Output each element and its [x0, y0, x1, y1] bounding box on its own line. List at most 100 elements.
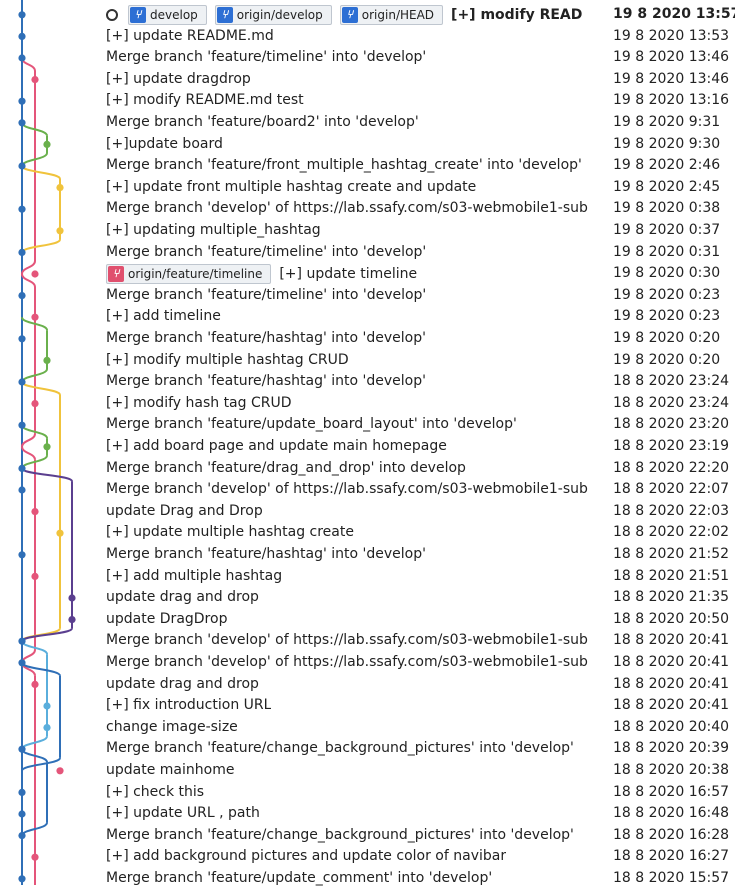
commit-row[interactable]: Merge branch 'develop' of https://lab.ss… [0, 198, 735, 220]
commit-row[interactable]: Merge branch 'feature/hashtag' into 'dev… [0, 328, 735, 350]
ref-tags: ⑂ develop ⑂ origin/develop ⑂ origin/HEAD [+] m… [106, 5, 582, 25]
commit-row[interactable]: update Drag and Drop 18 8 2020 22:03 [0, 501, 735, 523]
commit-date: 19 8 2020 0:31 [613, 243, 721, 260]
commit-message: Merge branch 'feature/update_comment' in… [106, 870, 493, 886]
commit-message: Merge branch 'develop' of https://lab.ss… [106, 654, 588, 670]
commit-date: 19 8 2020 13:57 [613, 6, 735, 22]
commit-message: [+] updating multiple_hashtag [106, 222, 321, 238]
commit-message: Merge branch 'develop' of https://lab.ss… [106, 200, 588, 217]
commit-row[interactable]: Merge branch 'feature/update_board_layou… [0, 414, 735, 436]
commit-date: 19 8 2020 13:16 [613, 92, 730, 109]
commit-message: [+]update board [106, 135, 223, 152]
commit-row[interactable]: Merge branch 'feature/board2' into 'deve… [0, 112, 735, 134]
commit-message: [+] modify multiple hashtag CRUD [106, 351, 349, 368]
commit-message: [+] check this [106, 783, 205, 800]
commit-date: 18 8 2020 20:41 [613, 697, 730, 714]
commit-date: 19 8 2020 9:30 [613, 135, 721, 152]
commit-row[interactable]: [+] fix introduction URL 18 8 2020 20:41 [0, 695, 735, 717]
commit-date: 19 8 2020 0:38 [613, 200, 721, 217]
branch-tag[interactable]: ⑂ origin/develop [214, 5, 332, 25]
commit-row[interactable]: Merge branch 'develop' of https://lab.ss… [0, 630, 735, 652]
commit-message: Merge branch 'develop' of https://lab.ss… [106, 481, 588, 498]
commit-date: 19 8 2020 0:23 [613, 308, 721, 325]
commit-date: 18 8 2020 16:28 [613, 826, 730, 843]
branch-tag[interactable]: ⑂ origin/HEAD [339, 5, 444, 25]
branch-tag-label: origin/feature/timeline [128, 267, 263, 282]
commit-row[interactable]: ⑂ origin/feature/timeline [+] update timel… [0, 263, 735, 285]
commit-date: 18 8 2020 16:27 [613, 848, 730, 865]
branch-icon: ⑂ [341, 7, 358, 23]
head-indicator-icon [106, 9, 118, 21]
commit-row[interactable]: Merge branch 'feature/front_multiple_has… [0, 155, 735, 177]
commit-date: 18 8 2020 22:07 [613, 481, 730, 498]
commit-message: update DragDrop [106, 610, 228, 627]
commit-row[interactable]: [+] update multiple hashtag create 18 8 2… [0, 522, 735, 544]
commit-row[interactable]: [+] update dragdrop 19 8 2020 13:46 [0, 69, 735, 91]
commit-message: update drag and drop [106, 675, 259, 692]
commit-row[interactable]: [+] update URL , path 18 8 2020 16:48 [0, 803, 735, 825]
commit-row[interactable]: change image-size 18 8 2020 20:40 [0, 717, 735, 739]
commit-date: 19 8 2020 0:30 [613, 265, 721, 282]
commit-row[interactable]: [+] update README.md 19 8 2020 13:53 [0, 26, 735, 48]
commit-message: Merge branch 'feature/board2' into 'deve… [106, 114, 419, 130]
commit-message: Merge branch 'feature/timeline' into 'de… [106, 286, 427, 303]
commit-row[interactable]: Merge branch 'develop' of https://lab.ss… [0, 479, 735, 501]
commit-date: 18 8 2020 16:57 [613, 783, 730, 800]
commit-message: Merge branch 'feature/timeline' into 'de… [106, 243, 427, 260]
commit-row[interactable]: ⑂ develop ⑂ origin/develop ⑂ origin/HEAD [+] m… [0, 4, 735, 26]
commit-date: 19 8 2020 13:46 [613, 70, 730, 87]
commit-date: 19 8 2020 0:23 [613, 286, 721, 303]
commit-message: [+] update README.md [106, 27, 274, 44]
commit-date: 18 8 2020 20:41 [613, 675, 730, 692]
commit-date: 18 8 2020 22:03 [613, 502, 730, 519]
commit-date: 18 8 2020 20:50 [613, 610, 730, 627]
commit-row[interactable]: [+] add background pictures and update c… [0, 846, 735, 868]
commit-date: 18 8 2020 20:41 [613, 654, 730, 670]
commit-date: 18 8 2020 20:38 [613, 762, 730, 778]
commit-row[interactable]: Merge branch 'feature/timeline' into 'de… [0, 47, 735, 69]
branch-tag[interactable]: ⑂ origin/feature/timeline [106, 264, 272, 285]
branch-icon: ⑂ [108, 266, 124, 283]
commit-date: 19 8 2020 2:46 [613, 157, 721, 174]
branch-tag-label: origin/HEAD [361, 8, 435, 22]
commit-row[interactable]: [+] check this 18 8 2020 16:57 [0, 782, 735, 804]
commit-row[interactable]: Merge branch 'feature/drag_and_drop' int… [0, 458, 735, 480]
commit-row[interactable]: Merge branch 'feature/change_background_… [0, 738, 735, 760]
commit-row[interactable]: update drag and drop 18 8 2020 21:35 [0, 587, 735, 609]
commit-row[interactable]: Merge branch 'feature/hashtag' into 'dev… [0, 544, 735, 566]
commit-row[interactable]: Merge branch 'feature/update_comment' in… [0, 868, 735, 890]
commit-row[interactable]: Merge branch 'feature/timeline' into 'de… [0, 285, 735, 307]
commit-row[interactable]: [+] modify hash tag CRUD 18 8 2020 23:24 [0, 393, 735, 415]
commit-row[interactable]: [+] add board page and update main homep… [0, 436, 735, 458]
branch-tag[interactable]: ⑂ develop [128, 5, 207, 25]
commit-row[interactable]: [+] add multiple hashtag 18 8 2020 21:51 [0, 566, 735, 588]
commit-date: 18 8 2020 23:24 [613, 394, 730, 411]
commit-row[interactable]: update mainhome 18 8 2020 20:38 [0, 760, 735, 782]
commit-row[interactable]: Merge branch 'feature/hashtag' into 'dev… [0, 371, 735, 393]
commit-row[interactable]: Merge branch 'feature/change_background_… [0, 825, 735, 847]
commit-date: 19 8 2020 0:37 [613, 222, 721, 238]
commit-row[interactable]: [+] modify multiple hashtag CRUD 19 8 202… [0, 350, 735, 372]
commit-row[interactable]: [+] update front multiple hashtag create… [0, 177, 735, 199]
commit-message: Merge branch 'feature/update_board_layou… [106, 416, 517, 433]
commit-row[interactable]: [+] modify README.md test 19 8 2020 13:16 [0, 90, 735, 112]
commit-message: [+] add background pictures and update c… [106, 848, 507, 865]
commit-message: update mainhome [106, 762, 235, 778]
commit-row[interactable]: [+] add timeline 19 8 2020 0:23 [0, 306, 735, 328]
commit-date: 18 8 2020 21:52 [613, 546, 730, 562]
commit-date: 18 8 2020 23:19 [613, 438, 730, 454]
commit-message: [+] add multiple hashtag [106, 567, 283, 584]
commit-message: Merge branch 'feature/hashtag' into 'dev… [106, 546, 426, 562]
commit-row[interactable]: update drag and drop 18 8 2020 20:41 [0, 674, 735, 696]
commit-row[interactable]: Merge branch 'feature/timeline' into 'de… [0, 242, 735, 264]
commit-date: 19 8 2020 0:20 [613, 351, 721, 368]
commit-row[interactable]: [+] updating multiple_hashtag 19 8 2020 0… [0, 220, 735, 242]
commit-row[interactable]: update DragDrop 18 8 2020 20:50 [0, 609, 735, 631]
branch-icon: ⑂ [130, 7, 146, 23]
commit-row[interactable]: [+]update board 19 8 2020 9:30 [0, 134, 735, 156]
commit-date: 18 8 2020 16:48 [613, 805, 730, 822]
commit-message: Merge branch 'develop' of https://lab.ss… [106, 632, 588, 649]
commit-row[interactable]: Merge branch 'develop' of https://lab.ss… [0, 652, 735, 674]
commit-date: 19 8 2020 2:45 [613, 178, 721, 195]
commit-date: 18 8 2020 23:24 [613, 373, 730, 390]
